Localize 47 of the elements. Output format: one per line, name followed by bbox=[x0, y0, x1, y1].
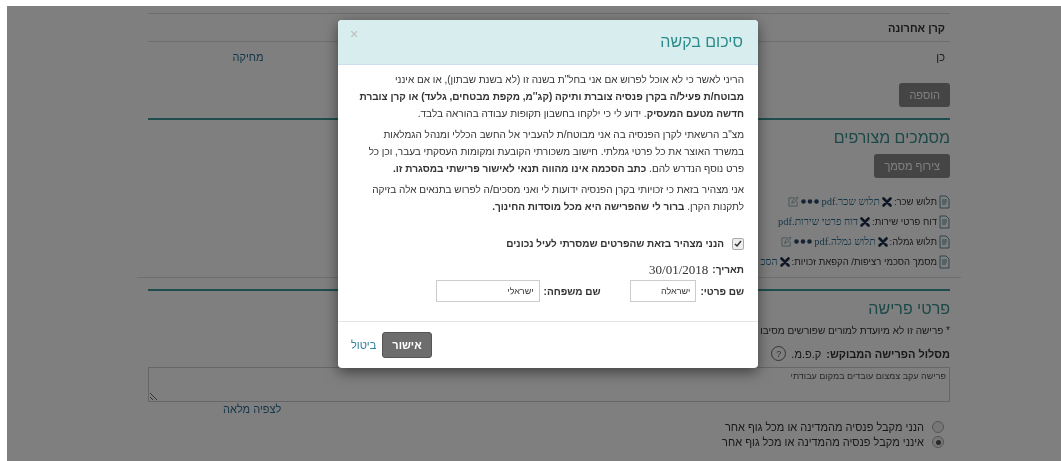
cancel-link[interactable]: ביטול bbox=[351, 339, 377, 351]
document-label: מסמך הסכמי רציפות/ הקפאת זכויות: bbox=[791, 256, 937, 267]
paragraph: מצ"ב הרשאתי לקרן הפנסיה בה אני מבוטח/ת להעביר אל החשב הכללי ומנהל הגמלאות במשרד האוצר את כל פרטי גמלתי. חישוב משכורתי הקובעת ומקומות העסקתי בעבר, וכן כל פרט נוסף הנדרש להם. כתב הסכמה אינו מהווה תנאי לאישור פרישתי במסגרת זו. bbox=[367, 128, 744, 176]
document-icon bbox=[939, 234, 950, 249]
section-title: פרטי פרישה bbox=[868, 300, 950, 318]
document-icon bbox=[939, 214, 950, 229]
table-cell-text: כן bbox=[935, 50, 946, 63]
dialog-title: סיכום בקשה bbox=[660, 33, 743, 51]
radio-button[interactable] bbox=[932, 421, 944, 433]
document-icon bbox=[939, 194, 950, 209]
column-header: קרן אחרונה bbox=[887, 21, 946, 34]
delete-icon[interactable] bbox=[881, 196, 892, 207]
file-link[interactable]: דוח פרטי שירות.pdf bbox=[778, 216, 859, 227]
more-icon[interactable] bbox=[801, 199, 820, 204]
close-button[interactable]: × bbox=[350, 26, 359, 42]
checkbox[interactable] bbox=[732, 237, 744, 250]
delete-icon[interactable] bbox=[779, 256, 790, 267]
confirm-button[interactable]: אישור bbox=[382, 332, 432, 358]
delete-icon[interactable] bbox=[877, 236, 888, 247]
file-link[interactable]: תלוש גמלה.pdf bbox=[814, 236, 876, 247]
name-field[interactable]: ישראלה bbox=[630, 280, 697, 302]
file-link[interactable]: תלוש שכר.pdf bbox=[821, 196, 880, 207]
field-label: שם פרטי: bbox=[700, 284, 744, 299]
file-link[interactable]: הסכ bbox=[760, 256, 778, 267]
field-label: שם משפחה: bbox=[543, 284, 601, 299]
option-label: אינני מקבל פנסיה מהמדינה או מכל גוף אחר bbox=[722, 436, 924, 448]
paragraph: הריני לאשר כי לא אוכל לפרוש אם אני בחל"ת בשנה זו (לא בשנת שבתון), או אם אינני מבוטח/ת פעיל/ה בקרן פנסיה צוברת ותיקה (קג''מ, מקפת מבטחים, גלעד) או קרן צוברת חדשה מטעם המעסיק. ידוע לי כי ילקחו בחשבון תקופות עבודה בהוראה בלבד. bbox=[358, 73, 744, 121]
reason-field[interactable]: פרישה עקב צמצום עובדים במקום עבודתי bbox=[148, 367, 950, 402]
delete-icon[interactable] bbox=[860, 216, 871, 227]
radio-button[interactable] bbox=[932, 436, 944, 448]
full-view-link[interactable]: לצפיה מלאה bbox=[223, 403, 282, 415]
name-field[interactable]: ישראלי bbox=[435, 280, 540, 302]
more-icon[interactable] bbox=[794, 239, 813, 244]
route-label: מסלול הפרישה המבוקש: bbox=[826, 347, 950, 360]
delete-link[interactable]: מחיקה bbox=[232, 50, 264, 63]
document-icon bbox=[939, 254, 950, 269]
date-label: תאריך: bbox=[712, 263, 744, 277]
option-label: הנני מקבל פנסיה מהמדינה או מכל גוף אחר bbox=[724, 421, 924, 433]
document-label: תלוש גמלה: bbox=[889, 236, 937, 247]
paragraph: אני מצהיר בזאת כי זכויותי בקרן הפנסיה ידועות לי ואני מסכים/ה לפרוש בתנאים אלה בזיקה לתקנות הקרן. ברור לי שהפרישה היא מכל מוסדות החינוך. bbox=[371, 183, 744, 214]
document-label: תלוש שכר: bbox=[893, 196, 937, 207]
date-value: 30/01/2018 bbox=[649, 261, 709, 278]
section-title: מסמכים מצורפים bbox=[833, 129, 950, 147]
note-text: * פרישה זו לא מיועדת למורים שפורשים מסיבו bbox=[760, 325, 950, 336]
document-label: דוח פרטי שירות: bbox=[872, 216, 937, 227]
route-value: ק.פ.מ. bbox=[791, 347, 822, 360]
declaration-label: הנני מצהיר בזאת שהפרטים שמסרתי לעיל נכונים bbox=[506, 237, 724, 251]
